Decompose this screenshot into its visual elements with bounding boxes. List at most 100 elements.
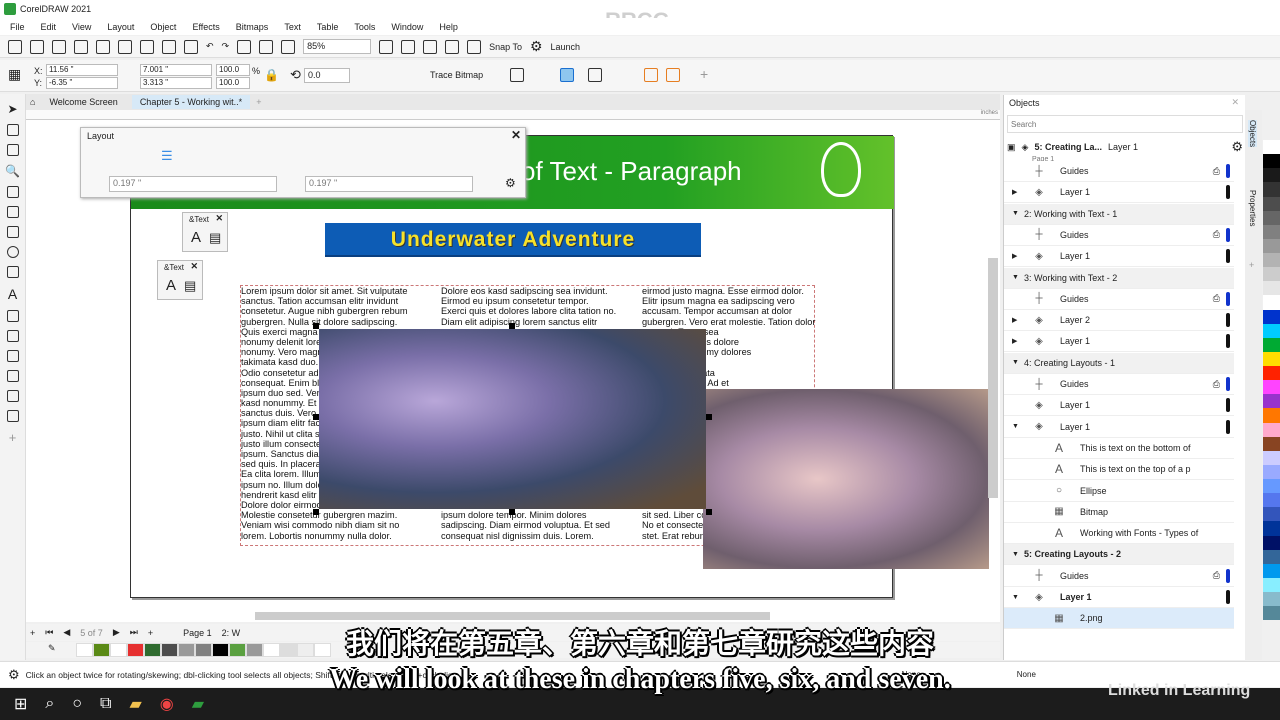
- object-row-layer[interactable]: ▶ ◈ Layer 1: [1004, 182, 1234, 204]
- print-icon[interactable]: ⎙: [1213, 379, 1220, 390]
- color-swatch[interactable]: [1263, 577, 1280, 592]
- cloud-upload-icon[interactable]: [96, 39, 110, 54]
- lock-ratio-icon[interactable]: 🔒: [264, 68, 279, 82]
- shrimp-bitmap[interactable]: [703, 389, 989, 569]
- menu-table[interactable]: Table: [317, 22, 339, 32]
- tab-objects[interactable]: Objects: [1248, 120, 1257, 148]
- object-row-guides[interactable]: ┼ Guides ⎙: [1004, 225, 1234, 246]
- rectangle-tool-icon[interactable]: [6, 226, 19, 238]
- color-swatch[interactable]: [1263, 479, 1280, 494]
- color-swatch[interactable]: [1263, 323, 1280, 338]
- scale-x-field[interactable]: 100.0: [216, 64, 250, 76]
- selection-handle[interactable]: [706, 509, 712, 515]
- objects-search-input[interactable]: [1007, 115, 1243, 133]
- object-row-layer[interactable]: ▶ ◈ Layer 2: [1004, 310, 1234, 332]
- color-swatch[interactable]: [1263, 366, 1280, 381]
- zoom-tool-icon[interactable]: 🔍: [5, 164, 20, 178]
- object-row-bitmap[interactable]: ▦ Bitmap: [1004, 502, 1234, 523]
- paste-icon[interactable]: [184, 39, 198, 54]
- print-icon[interactable]: [118, 39, 132, 54]
- document-page[interactable]: of Text - Paragraph Underwater Adventure…: [130, 135, 989, 598]
- text-tool-icon[interactable]: A: [8, 286, 17, 302]
- copy-icon[interactable]: [162, 39, 176, 54]
- color-swatch[interactable]: [1263, 606, 1280, 621]
- task-view-icon[interactable]: ⧉: [100, 695, 111, 713]
- color-swatch[interactable]: [1263, 253, 1280, 268]
- object-row-layer[interactable]: ▼ ◈ Layer 1: [1004, 417, 1234, 438]
- menu-window[interactable]: Window: [391, 22, 423, 32]
- color-swatch[interactable]: [1263, 309, 1280, 324]
- print-icon[interactable]: ⎙: [1213, 229, 1220, 240]
- pick-tool-icon[interactable]: ➤: [7, 102, 17, 116]
- new-tab-icon[interactable]: +: [256, 97, 261, 107]
- color-swatch[interactable]: [1263, 140, 1280, 155]
- gear-icon[interactable]: ⚙: [1231, 139, 1243, 155]
- add-icon[interactable]: +: [700, 66, 708, 82]
- fill-tool-icon[interactable]: [6, 410, 19, 422]
- text-icon[interactable]: A: [166, 277, 176, 294]
- expand-icon[interactable]: ▶: [1012, 252, 1024, 260]
- shape-tool-icon[interactable]: [6, 124, 19, 136]
- color-swatch[interactable]: [1263, 337, 1280, 352]
- tab-welcome-screen[interactable]: Welcome Screen: [41, 95, 125, 109]
- pdf-icon[interactable]: [281, 39, 296, 54]
- print-icon[interactable]: ⎙: [1213, 293, 1220, 304]
- full-screen-icon[interactable]: [379, 39, 394, 54]
- import-icon[interactable]: [237, 39, 252, 54]
- vertical-gap-field[interactable]: 0.197 ": [305, 176, 473, 192]
- menu-edit[interactable]: Edit: [41, 22, 57, 32]
- polygon-tool-icon[interactable]: [6, 266, 19, 278]
- home-icon[interactable]: ⌂: [30, 97, 35, 107]
- color-swatch[interactable]: [1263, 464, 1280, 479]
- color-swatch[interactable]: [1263, 210, 1280, 225]
- layer-down-icon[interactable]: [666, 68, 680, 82]
- file-explorer-icon[interactable]: ▰: [129, 694, 141, 714]
- object-row-page[interactable]: ▼ 4: Creating Layouts - 1: [1004, 352, 1234, 374]
- aquarium-bitmap-selected[interactable]: [313, 323, 712, 515]
- cloud-download-icon[interactable]: [74, 39, 88, 54]
- print-icon[interactable]: ⎙: [1213, 166, 1220, 177]
- selection-handle[interactable]: [509, 323, 515, 329]
- menu-help[interactable]: Help: [439, 22, 458, 32]
- object-row-text[interactable]: A Working with Fonts - Types of: [1004, 523, 1234, 545]
- color-swatch[interactable]: [1263, 549, 1280, 564]
- collapse-icon[interactable]: ▼: [1012, 210, 1024, 217]
- parallel-dimension-icon[interactable]: [6, 310, 19, 322]
- menu-text[interactable]: Text: [284, 22, 301, 32]
- height-field[interactable]: 3.313 ": [140, 77, 212, 89]
- text-icon[interactable]: A: [191, 229, 201, 246]
- add-tool-icon[interactable]: +: [9, 430, 17, 445]
- selection-handle[interactable]: [706, 414, 712, 420]
- object-row-text[interactable]: A This is text on the bottom of: [1004, 438, 1234, 459]
- color-swatch[interactable]: [1263, 168, 1280, 183]
- object-row-ellipse[interactable]: ○ Ellipse: [1004, 481, 1234, 502]
- windows-start-icon[interactable]: ⊞: [14, 694, 27, 714]
- menu-tools[interactable]: Tools: [354, 22, 375, 32]
- print-icon[interactable]: ⎙: [1213, 570, 1220, 581]
- color-swatch[interactable]: [1263, 436, 1280, 451]
- width-field[interactable]: 7.001 ": [140, 64, 212, 76]
- tab-properties[interactable]: Properties: [1248, 190, 1257, 226]
- search-icon[interactable]: ⌕: [45, 695, 54, 713]
- selection-handle[interactable]: [313, 414, 319, 420]
- blend-tool-icon[interactable]: [6, 350, 19, 362]
- color-swatch[interactable]: [1263, 535, 1280, 550]
- artistic-media-icon[interactable]: [6, 206, 19, 218]
- color-swatch[interactable]: [1263, 295, 1280, 310]
- table-icon[interactable]: ▤: [209, 230, 221, 246]
- color-swatch[interactable]: [1263, 182, 1280, 197]
- vertical-scrollbar[interactable]: [988, 258, 998, 498]
- expand-icon[interactable]: ▶: [1012, 188, 1024, 196]
- object-row-text[interactable]: A This is text on the top of a p: [1004, 459, 1234, 481]
- redo-icon[interactable]: ↷: [222, 41, 230, 52]
- color-swatch[interactable]: [1263, 380, 1280, 395]
- horizontal-gap-field[interactable]: 0.197 ": [109, 176, 277, 192]
- menu-object[interactable]: Object: [150, 22, 176, 32]
- object-row-layer[interactable]: ▶ ◈ Layer 1: [1004, 331, 1234, 353]
- color-swatch[interactable]: [1263, 450, 1280, 465]
- cortana-icon[interactable]: ○: [72, 695, 82, 713]
- zoom-level-field[interactable]: 85%: [303, 39, 372, 54]
- cut-icon[interactable]: [140, 39, 154, 54]
- menu-file[interactable]: File: [10, 22, 25, 32]
- close-icon[interactable]: ✕: [190, 261, 198, 272]
